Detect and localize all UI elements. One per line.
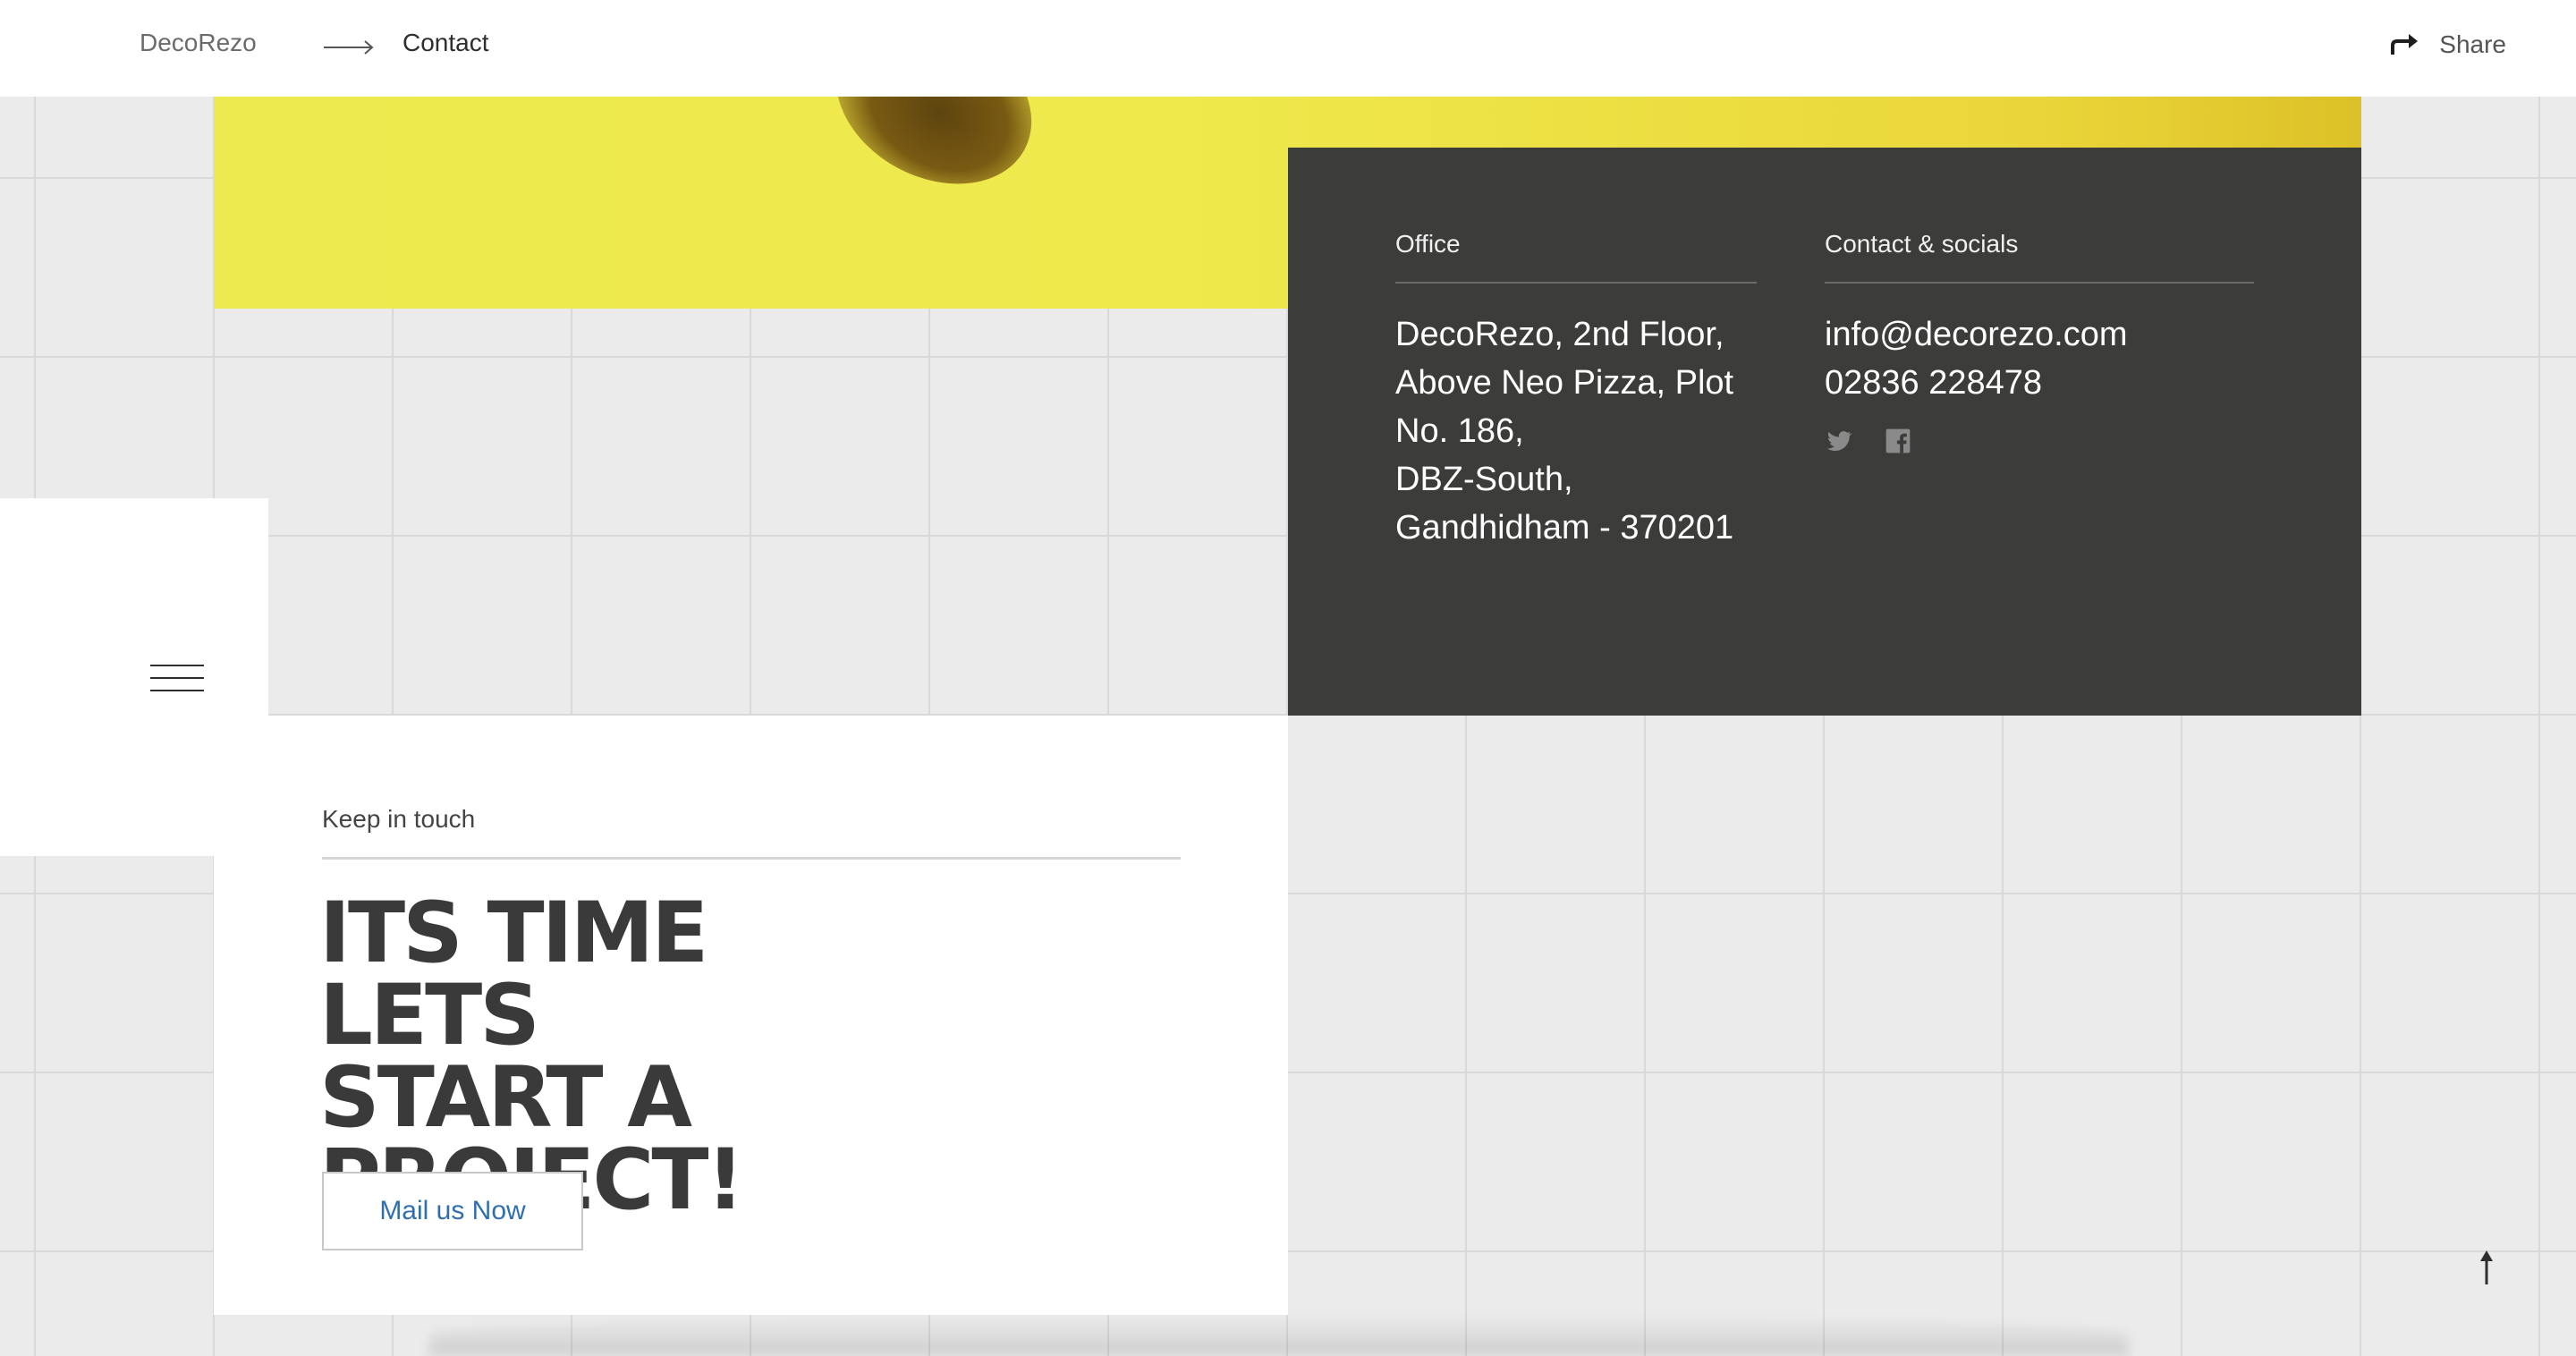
top-bar: DecoRezo Contact Share — [0, 0, 2576, 97]
address-line: No. 186, — [1395, 412, 1524, 450]
address-line: DBZ-South, — [1395, 461, 1573, 498]
office-heading: Office — [1395, 230, 1757, 284]
address-line: DecoRezo, 2nd Floor, — [1395, 316, 1724, 353]
hamburger-menu-icon[interactable] — [150, 665, 204, 693]
hero-image-object — [807, 97, 1061, 217]
office-address: DecoRezo, 2nd Floor, Above Neo Pizza, Pl… — [1395, 310, 1757, 552]
contact-info-panel: Office DecoRezo, 2nd Floor, Above Neo Pi… — [1288, 148, 2361, 716]
address-line: Above Neo Pizza, Plot — [1395, 364, 1734, 402]
contact-column: Contact & socials info@decorezo.com 0283… — [1825, 230, 2254, 455]
share-icon — [2391, 34, 2419, 55]
share-label: Share — [2439, 30, 2506, 58]
facebook-icon[interactable] — [1884, 427, 1912, 455]
contact-heading: Contact & socials — [1825, 230, 2254, 284]
breadcrumb-current: Contact — [402, 29, 489, 56]
mail-us-button[interactable]: Mail us Now — [322, 1172, 583, 1250]
scroll-to-top-icon[interactable] — [2476, 1250, 2497, 1286]
office-column: Office DecoRezo, 2nd Floor, Above Neo Pi… — [1395, 230, 1757, 552]
bottom-shadow — [429, 1315, 2129, 1356]
cta-heading-line: ITS TIME LETS — [319, 885, 708, 1064]
breadcrumb-home-link[interactable]: DecoRezo — [140, 29, 257, 57]
side-menu-block — [0, 498, 268, 856]
twitter-icon[interactable] — [1825, 427, 1853, 455]
phone-link[interactable]: 02836 228478 — [1825, 359, 2254, 407]
contact-details: info@decorezo.com 02836 228478 — [1825, 310, 2254, 407]
share-button[interactable]: Share — [2389, 30, 2506, 59]
cta-card: Keep in touch ITS TIME LETS START A PROJ… — [214, 716, 1288, 1315]
email-link[interactable]: info@decorezo.com — [1825, 310, 2254, 359]
cta-eyebrow: Keep in touch — [322, 805, 1181, 860]
address-line: Gandhidham - 370201 — [1395, 509, 1734, 547]
cta-heading-line: START A — [319, 1049, 692, 1147]
arrow-right-icon — [324, 40, 374, 55]
social-links — [1825, 427, 2254, 455]
